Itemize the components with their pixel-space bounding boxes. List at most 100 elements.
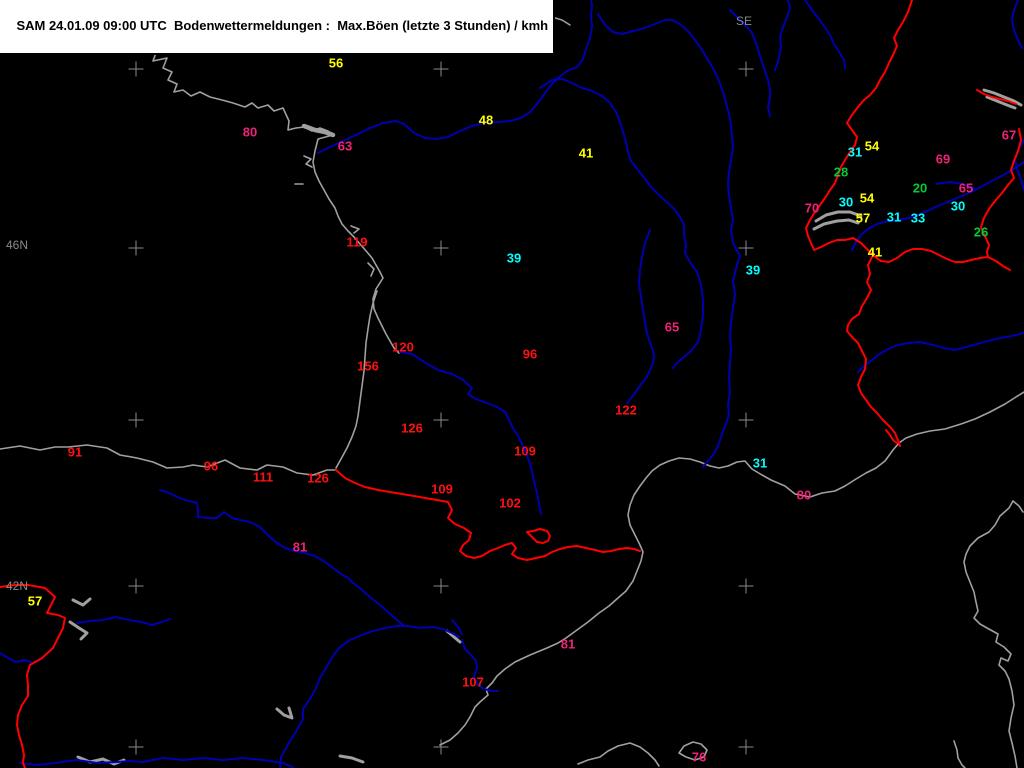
station-gust-value: 57 [855, 210, 871, 226]
reservoir-spain-3 [275, 706, 294, 720]
station-gust-value: 122 [615, 402, 637, 418]
station-gust-value: 126 [401, 420, 423, 436]
grid-cross-icon [738, 240, 754, 256]
island-small [350, 225, 360, 234]
station-gust-value: 81 [560, 636, 576, 652]
lake-geneva-south [812, 218, 860, 231]
river-layer [0, 0, 1024, 768]
station-gust-value: 41 [578, 145, 594, 161]
map-geography-layer [0, 0, 1024, 768]
coastline-landes [335, 290, 378, 469]
station-gust-value: 102 [499, 495, 521, 511]
grid-cross-icon [433, 739, 449, 755]
border-layer [0, 0, 1022, 768]
station-gust-value: 57 [27, 593, 43, 609]
station-gust-value: 33 [910, 210, 926, 226]
weather-map: SAM 24.01.09 09:00 UTC Bodenwettermeldun… [0, 0, 1024, 768]
station-gust-value: 119 [346, 234, 368, 250]
station-gust-value: 31 [886, 209, 902, 225]
station-gust-value: 120 [392, 339, 414, 355]
river-spain-west-2 [0, 652, 41, 664]
station-gust-value: 109 [431, 481, 453, 497]
river-ebro-upper [159, 489, 353, 583]
border-france-italy [846, 256, 901, 447]
station-gust-value: 54 [864, 138, 880, 154]
coastline-corsica [963, 500, 1018, 768]
coastline-sardinia-tip [953, 740, 966, 768]
station-gust-value: 48 [478, 112, 494, 128]
station-gust-value: 39 [745, 262, 761, 278]
station-gust-value: 65 [664, 319, 680, 335]
station-gust-value: 96 [522, 346, 538, 362]
river-rhine-top [1011, 0, 1023, 49]
station-gust-value: 76 [691, 749, 707, 765]
border-spain-region [0, 584, 66, 768]
river-segre [451, 619, 463, 635]
map-title: SAM 24.01.09 09:00 UTC Bodenwettermeldun… [16, 18, 549, 33]
station-gust-value: 39 [506, 250, 522, 266]
station-gust-value: 91 [67, 444, 83, 460]
grid-cross-icon [128, 412, 144, 428]
grid-cross-icon [433, 412, 449, 428]
border-pyrenees [335, 469, 641, 561]
station-gust-value: 111 [252, 469, 274, 485]
coastline-france-west [147, 29, 400, 354]
grid-cross-icon [433, 240, 449, 256]
station-gust-value: 107 [462, 674, 484, 690]
station-gust-value: 41 [867, 244, 883, 260]
grid-cross-icon [738, 578, 754, 594]
station-gust-value: 54 [859, 190, 875, 206]
grid-cross-icon [128, 739, 144, 755]
station-gust-value: 109 [514, 443, 536, 459]
station-gust-value: 31 [847, 144, 863, 160]
station-gust-value: 156 [357, 358, 379, 374]
grid-cross-icon [738, 412, 754, 428]
grid-cross-icon [128, 578, 144, 594]
station-gust-value: 80 [242, 124, 258, 140]
coastline-spain-north [0, 444, 337, 476]
reservoir-spain-1 [71, 597, 92, 607]
grid-label: 46N [5, 238, 29, 252]
river-northeast-3 [804, 0, 846, 69]
river-northeast-2 [774, 0, 791, 71]
station-gust-value: 56 [328, 55, 344, 71]
station-gust-value: 26 [973, 224, 989, 240]
river-seine-rhone [597, 13, 741, 468]
grid-label: SE [735, 14, 753, 28]
grid-cross-icon [433, 61, 449, 77]
station-gust-value: 126 [307, 470, 329, 486]
island-oleron [367, 262, 375, 277]
station-gust-value: 80 [796, 487, 812, 503]
river-spain-bottom [19, 757, 294, 768]
river-po [857, 332, 1024, 373]
title-bar: SAM 24.01.09 09:00 UTC Bodenwettermeldun… [0, 0, 556, 55]
coastline-layer [0, 16, 1024, 768]
station-gust-value: 30 [838, 194, 854, 210]
station-gust-value: 28 [833, 164, 849, 180]
grid-cross-icon [738, 739, 754, 755]
island-noirmoutier [303, 155, 313, 168]
river-allier [626, 229, 655, 404]
station-gust-value: 96 [203, 458, 219, 474]
grid-cross-icon [128, 61, 144, 77]
river-spain-west-1 [76, 616, 171, 626]
border-andorra [526, 528, 551, 544]
station-gust-value: 30 [950, 198, 966, 214]
coastline-mallorca [577, 742, 660, 767]
station-gust-value: 65 [958, 180, 974, 196]
grid-cross-icon [433, 578, 449, 594]
station-gust-value: 69 [935, 151, 951, 167]
station-gust-value: 81 [292, 539, 308, 555]
station-gust-value: 20 [912, 180, 928, 196]
grid-cross-icon [738, 61, 754, 77]
coastline-corsica-cap [1012, 500, 1024, 513]
river-ebro-mid [351, 581, 405, 627]
grid-cross-icon [128, 240, 144, 256]
reservoir-spain-2 [68, 620, 89, 641]
river-ebro-long [279, 625, 460, 768]
station-gust-value: 70 [804, 200, 820, 216]
river-aare [851, 161, 1024, 251]
station-gust-value: 31 [752, 455, 768, 471]
station-gust-value: 67 [1001, 127, 1017, 143]
station-gust-value: 63 [337, 138, 353, 154]
